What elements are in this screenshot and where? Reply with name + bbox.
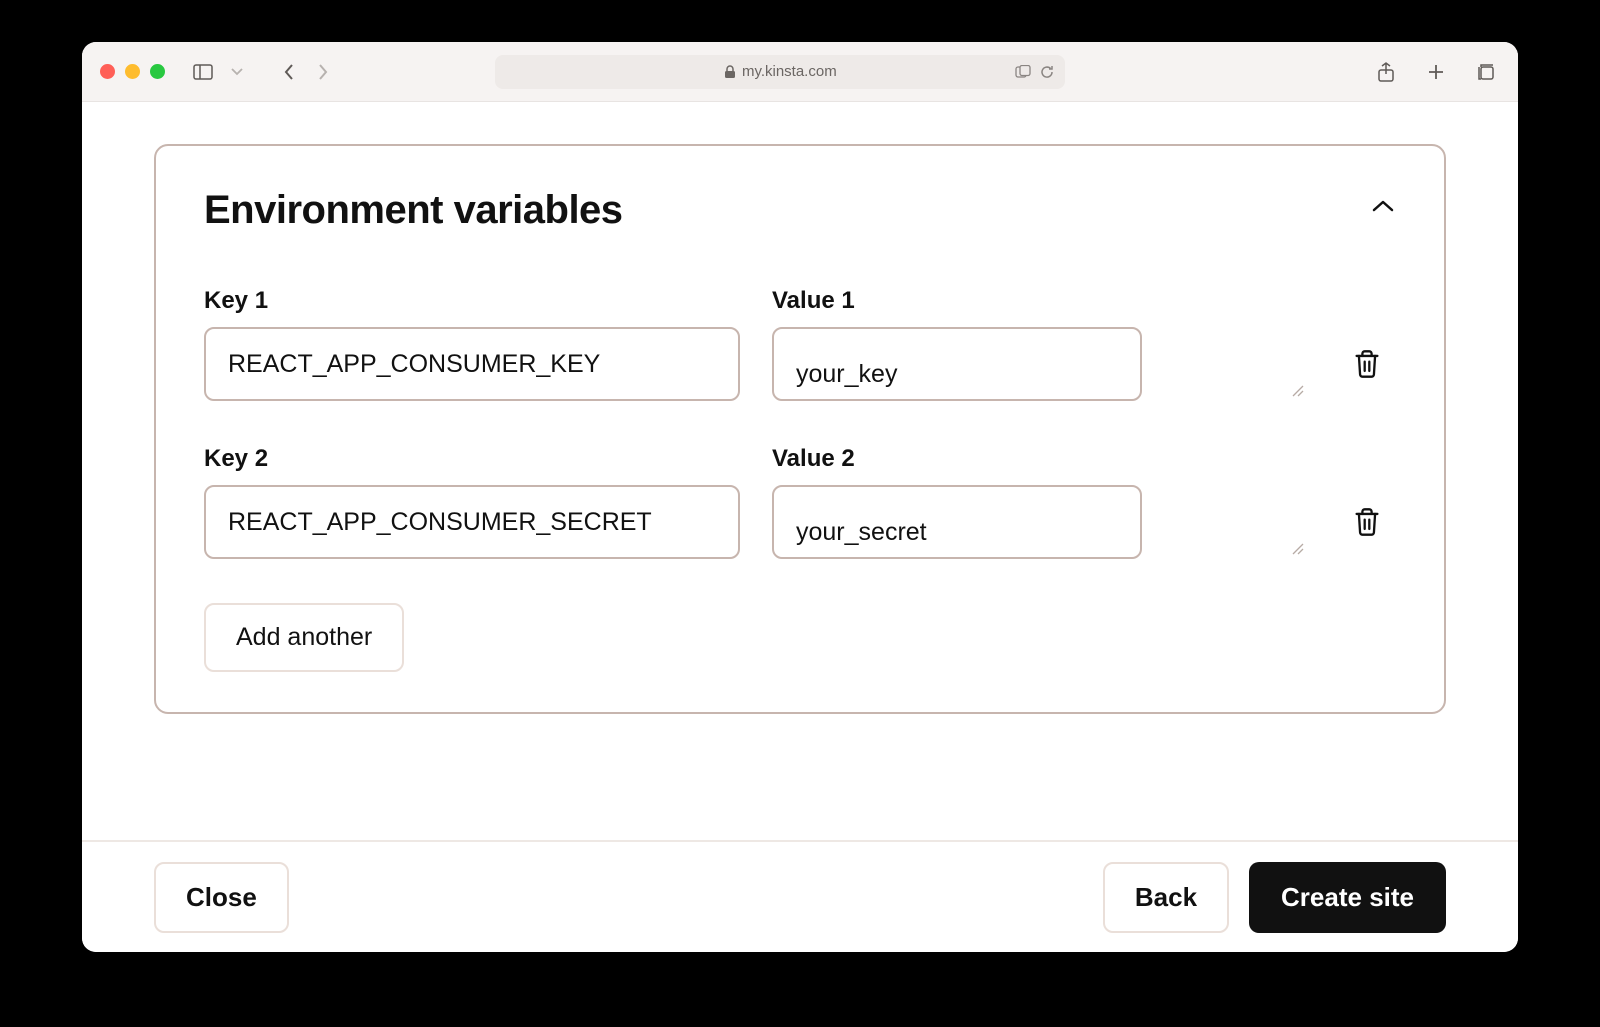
- key-label: Key 1: [204, 287, 740, 315]
- sidebar-toggle-group: [189, 58, 251, 86]
- value-label: Value 2: [772, 445, 1308, 473]
- chevron-down-icon[interactable]: [223, 58, 251, 86]
- share-icon[interactable]: [1372, 58, 1400, 86]
- reload-icon[interactable]: [1039, 64, 1055, 80]
- address-bar-host: my.kinsta.com: [742, 63, 837, 80]
- value-field: Value 1: [772, 287, 1308, 401]
- back-button[interactable]: Back: [1103, 862, 1229, 933]
- close-window-icon[interactable]: [100, 64, 115, 79]
- value-input[interactable]: [772, 485, 1142, 559]
- address-bar-actions: [1015, 64, 1055, 80]
- tabs-overview-icon[interactable]: [1472, 58, 1500, 86]
- env-row: Key 2 Value 2: [204, 445, 1396, 559]
- key-field: Key 1: [204, 287, 740, 401]
- panel-title: Environment variables: [204, 188, 623, 233]
- lock-icon: [724, 65, 736, 79]
- value-label: Value 1: [772, 287, 1308, 315]
- minimize-window-icon[interactable]: [125, 64, 140, 79]
- window-traffic-lights: [100, 64, 165, 79]
- browser-titlebar: my.kinsta.com: [82, 42, 1518, 102]
- delete-row-button[interactable]: [1353, 507, 1383, 537]
- nav-back-icon[interactable]: [275, 58, 303, 86]
- env-rows: Key 1 Value 1: [204, 287, 1396, 559]
- resize-handle-icon[interactable]: [1290, 541, 1304, 555]
- nav-forward-icon[interactable]: [309, 58, 337, 86]
- create-site-button[interactable]: Create site: [1249, 862, 1446, 933]
- resize-handle-icon[interactable]: [1290, 383, 1304, 397]
- chevron-up-icon: [1370, 198, 1396, 224]
- browser-window: my.kinsta.com Environment variables: [82, 42, 1518, 952]
- new-tab-icon[interactable]: [1422, 58, 1450, 86]
- trash-icon: [1353, 507, 1381, 537]
- env-vars-panel: Environment variables Key 1 Value 1: [154, 144, 1446, 714]
- close-button[interactable]: Close: [154, 862, 289, 933]
- footer-actions: Close Back Create site: [82, 840, 1518, 952]
- key-input[interactable]: [204, 485, 740, 559]
- value-field: Value 2: [772, 445, 1308, 559]
- add-another-button[interactable]: Add another: [204, 603, 404, 672]
- page-content: Environment variables Key 1 Value 1: [82, 102, 1518, 840]
- reader-icon[interactable]: [1015, 65, 1031, 79]
- env-row: Key 1 Value 1: [204, 287, 1396, 401]
- value-input[interactable]: [772, 327, 1142, 401]
- trash-icon: [1353, 349, 1381, 379]
- sidebar-toggle-icon[interactable]: [189, 58, 217, 86]
- titlebar-right-actions: [1372, 58, 1500, 86]
- address-bar[interactable]: my.kinsta.com: [495, 55, 1065, 89]
- key-field: Key 2: [204, 445, 740, 559]
- panel-header[interactable]: Environment variables: [204, 188, 1396, 233]
- key-label: Key 2: [204, 445, 740, 473]
- maximize-window-icon[interactable]: [150, 64, 165, 79]
- nav-buttons: [275, 58, 337, 86]
- delete-row-button[interactable]: [1353, 349, 1383, 379]
- key-input[interactable]: [204, 327, 740, 401]
